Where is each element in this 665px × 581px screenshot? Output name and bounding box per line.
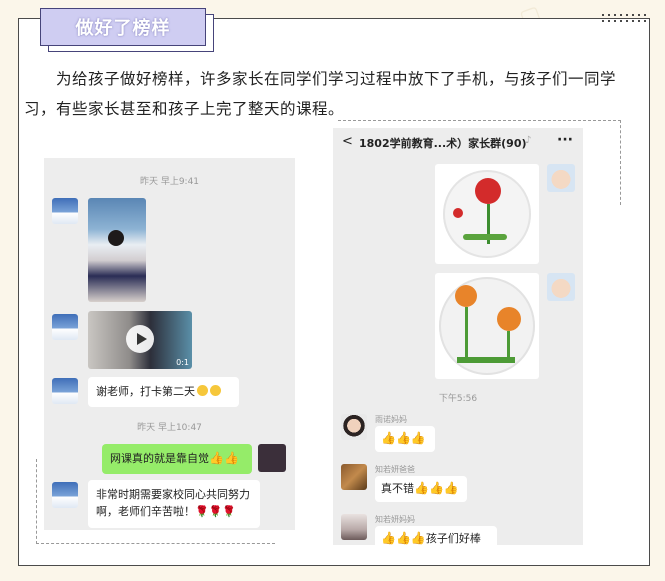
back-arrow-icon[interactable]: < (342, 134, 353, 149)
message-text: 网课真的就是靠自觉 (110, 452, 209, 465)
shared-photo[interactable] (88, 198, 146, 302)
rose-icon: 🌹 (222, 505, 237, 518)
avatar-baby (547, 164, 575, 192)
avatar (52, 314, 78, 340)
person-head-shape (108, 230, 124, 246)
decorative-dots (600, 12, 646, 26)
avatar (52, 378, 78, 404)
section-title-box: 做好了榜样 (40, 8, 206, 46)
chat-timestamp: 昨天 早上10:47 (137, 423, 202, 433)
avatar-baby (547, 273, 575, 301)
thumbs-up-icon: 👍 (395, 431, 411, 445)
video-duration: 0:1 (176, 358, 189, 367)
play-icon[interactable] (126, 325, 154, 353)
sender-name: 知若妍爸爸 (375, 465, 415, 474)
avatar-self (258, 444, 286, 472)
message-bubble: 谢老师，打卡第二天 (88, 377, 239, 407)
intro-paragraph: 为给孩子做好榜样，许多家长在同学们学习过程中放下了手机，与孩子们一同学习，有些家… (24, 70, 617, 118)
avatar (341, 464, 367, 490)
thumbs-up-icon: 👍 (410, 531, 426, 545)
shared-video[interactable]: 0:1 (88, 311, 192, 369)
message-bubble: 👍👍👍 (375, 426, 435, 452)
thumbs-up-icon: 👍 (209, 451, 224, 465)
thumbs-up-icon: 👍 (443, 481, 459, 495)
message-bubble: 真不错👍👍👍 (375, 476, 467, 502)
chat-timestamp: 昨天 早上9:41 (139, 177, 200, 187)
thumbs-up-icon: 👍 (395, 531, 411, 545)
sender-name: 雨诺妈妈 (375, 415, 407, 424)
message-text: 谢老师，打卡第二天 (96, 385, 195, 398)
message-bubble: 非常时期需要家校同心共同努力啊，老师们辛苦啦！🌹🌹🌹 (88, 480, 260, 528)
avatar (52, 482, 78, 508)
thumbs-up-icon: 👍 (381, 531, 396, 545)
right-chat-screenshot: < 1802学前教育...术）家长群(90) ♪ ··· 下午5:56 雨诺妈妈… (333, 128, 583, 545)
more-options-icon[interactable]: ··· (557, 132, 573, 148)
group-name: 1802学前教育...术）家长群(90) (359, 137, 527, 150)
sender-name: 知若妍妈妈 (375, 515, 415, 524)
avatar (341, 414, 367, 440)
rose-icon: 🌹 (208, 505, 223, 518)
mute-icon: ♪ (525, 135, 532, 146)
smile-emoji-icon (197, 385, 208, 396)
avatar (52, 198, 78, 224)
shared-photo-flower-plate[interactable] (435, 164, 539, 264)
thumbs-up-icon: 👍 (410, 431, 426, 445)
left-chat-screenshot: 昨天 早上9:41 0:1 谢老师，打卡第二天 昨天 早上10:47 网课真的就… (44, 158, 295, 530)
rose-icon: 🌹 (195, 505, 209, 518)
avatar (341, 514, 367, 540)
thumbs-up-icon: 👍 (428, 481, 444, 495)
shared-photo-cucumber-plate[interactable] (435, 273, 539, 379)
chat-header: < 1802学前教育...术）家长群(90) ♪ ··· (333, 128, 583, 156)
thumbs-up-icon: 👍 (414, 481, 429, 495)
message-text: 孩子们好棒 (425, 532, 481, 545)
thumbs-up-icon: 👍 (381, 431, 396, 445)
thumbs-up-icon: 👍 (223, 451, 239, 465)
message-text: 真不错 (381, 482, 414, 495)
smile-emoji-icon (210, 385, 221, 396)
message-bubble: 👍👍👍孩子们好棒 (375, 526, 497, 545)
message-bubble-sent: 网课真的就是靠自觉👍👍 (102, 444, 252, 474)
section-title: 做好了榜样 (75, 18, 171, 39)
chat-timestamp: 下午5:56 (438, 394, 478, 404)
